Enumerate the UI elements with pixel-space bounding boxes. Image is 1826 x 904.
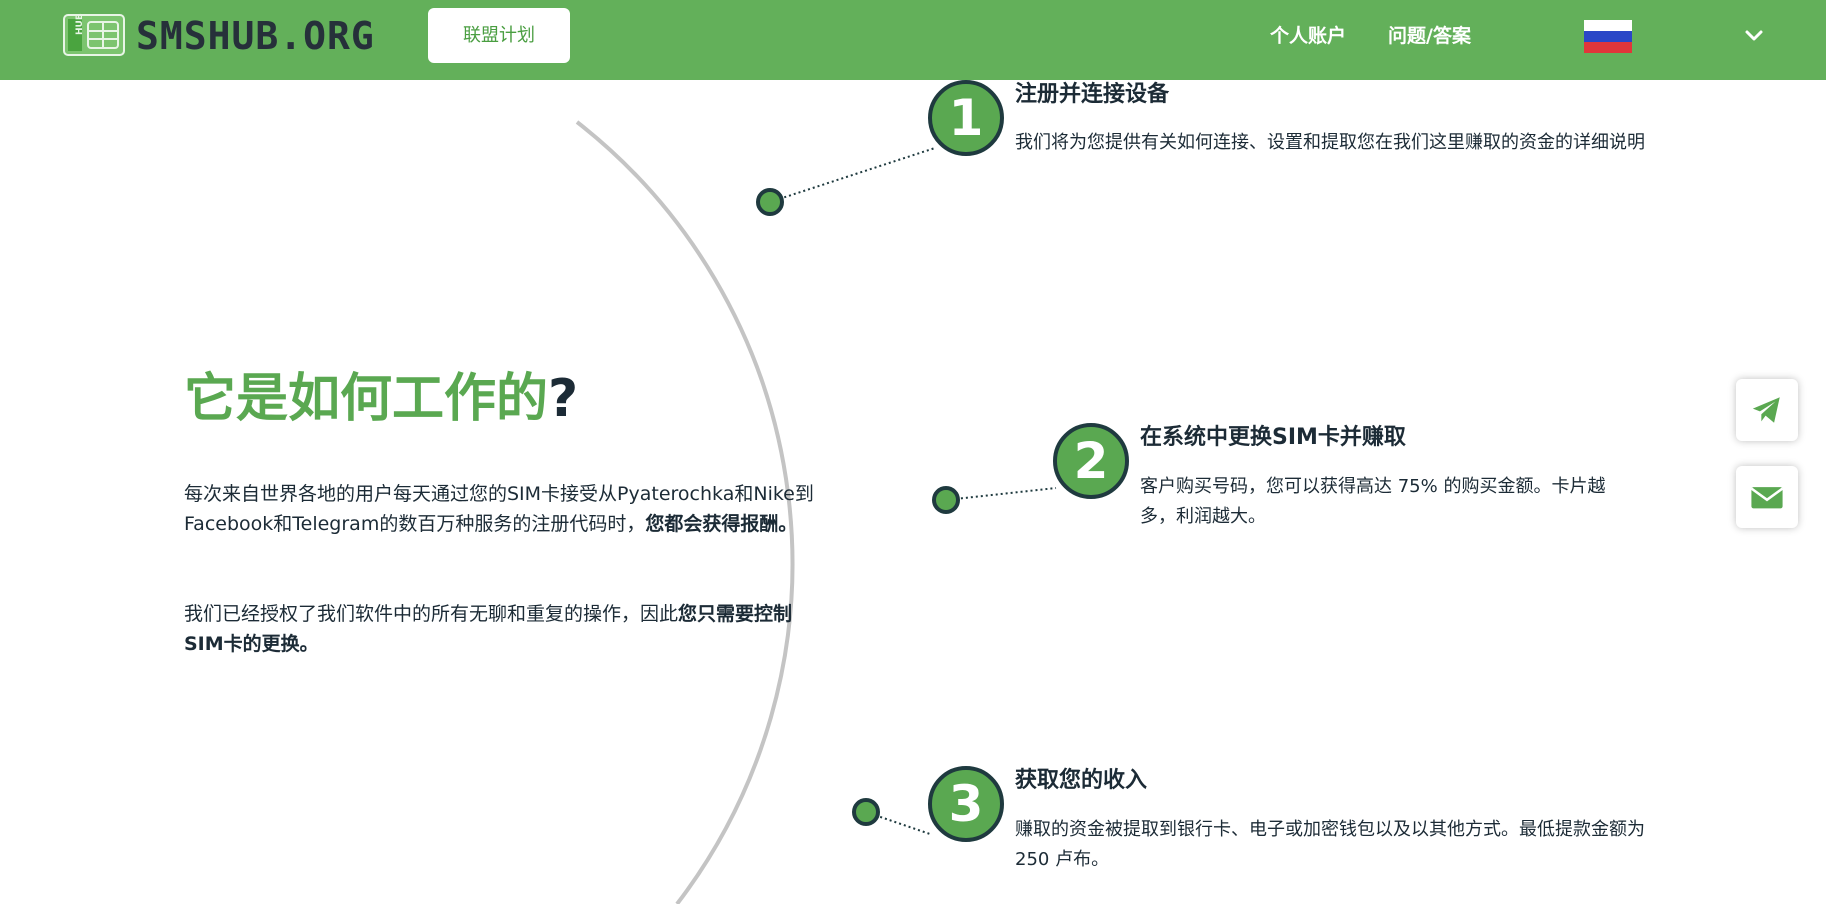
arc-dot-3 [852, 798, 880, 826]
page-title: 它是如何工作的? [184, 362, 578, 436]
affiliate-program-button[interactable]: 联盟计划 [428, 8, 570, 63]
arc-dot-2 [932, 486, 960, 514]
step-3-badge: 3 [928, 766, 1004, 842]
intro-paragraph-1-bold: 您都会获得报酬。 [645, 513, 798, 535]
connector-line-2 [945, 487, 1057, 501]
step-2-title: 在系统中更换SIM卡并赚取 [1140, 425, 1406, 450]
step-1-badge: 1 [928, 80, 1004, 156]
arc-dot-1 [756, 188, 784, 216]
telegram-button[interactable] [1736, 379, 1798, 441]
nav-personal-account[interactable]: 个人账户 [1270, 22, 1346, 50]
step-2-description: 客户购买号码，您可以获得高达 75% 的购买金额。卡片越多，利润越大。 [1140, 476, 1606, 527]
page-title-mark: ? [548, 369, 579, 429]
step-3-title: 获取您的收入 [1015, 768, 1148, 793]
logo-text: SMSHUB.ORG [136, 14, 375, 58]
nav-faq[interactable]: 问题/答案 [1388, 22, 1471, 50]
mail-button[interactable] [1736, 466, 1798, 528]
step-3-description: 赚取的资金被提取到银行卡、电子或加密钱包以及以其他方式。最低提款金额为 250 … [1015, 819, 1645, 870]
intro-paragraph-1: 每次来自世界各地的用户每天通过您的SIM卡接受从Pyaterochka和Nike… [184, 479, 814, 539]
connector-line-1 [769, 147, 936, 203]
sim-card-logo-icon: HUB [63, 13, 125, 56]
step-1-description: 我们将为您提供有关如何连接、设置和提取您在我们这里赚取的资金的详细说明 [1015, 132, 1645, 153]
russia-flag-icon[interactable] [1584, 20, 1632, 53]
page-title-text: 它是如何工作的 [184, 369, 549, 429]
intro-paragraph-2-text: 我们已经授权了我们软件中的所有无聊和重复的操作，因此 [184, 603, 679, 625]
step-2-badge: 2 [1053, 423, 1129, 499]
header-bar: HUB SMSHUB.ORG 联盟计划 个人账户 问题/答案 [0, 0, 1826, 80]
logo[interactable]: HUB SMSHUB.ORG [60, 12, 400, 60]
chevron-down-icon[interactable] [1742, 24, 1766, 48]
telegram-icon [1752, 397, 1780, 423]
mail-icon [1750, 487, 1784, 509]
intro-paragraph-2: 我们已经授权了我们软件中的所有无聊和重复的操作，因此您只需要控制SIM卡的更换。 [184, 599, 814, 659]
step-1-title: 注册并连接设备 [1015, 82, 1170, 107]
svg-text:HUB: HUB [75, 13, 85, 35]
